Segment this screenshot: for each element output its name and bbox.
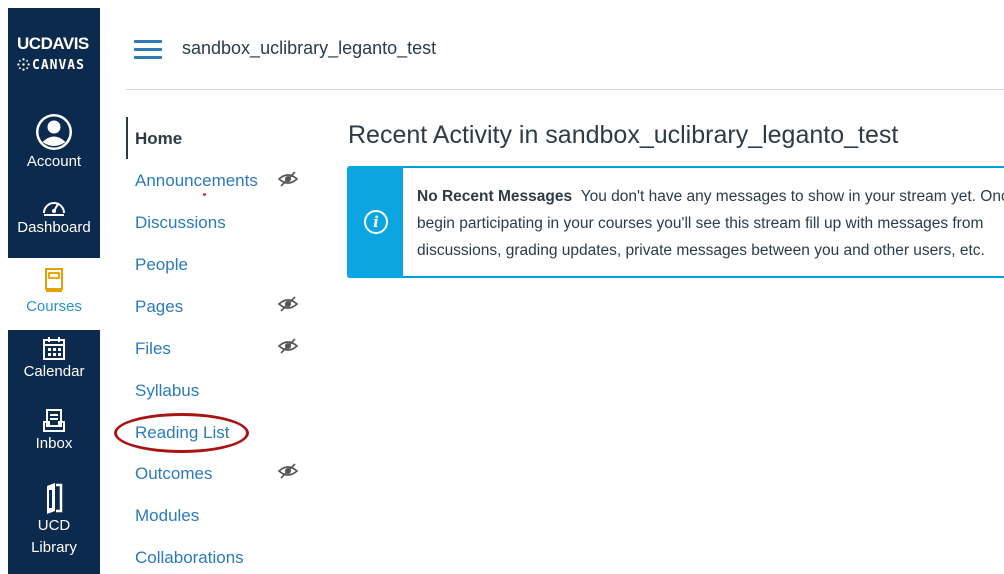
course-nav-reading-list[interactable]: Reading List — [135, 423, 230, 443]
breadcrumb[interactable]: sandbox_uclibrary_leganto_test — [182, 38, 436, 59]
alert-heading: No Recent Messages — [417, 188, 573, 205]
hamburger-menu-button[interactable] — [134, 40, 162, 60]
course-nav-home[interactable]: Home — [135, 129, 182, 149]
canvas-logo-icon — [17, 58, 30, 71]
global-nav-courses[interactable]: Courses — [8, 258, 100, 330]
global-nav-label-line2: Library — [31, 539, 77, 556]
global-nav: UCDAVIS CANVAS Account Dashboard Courses… — [8, 8, 100, 574]
course-nav-modules[interactable]: Modules — [135, 506, 199, 526]
info-icon: i — [364, 210, 388, 234]
header-divider — [126, 89, 1004, 90]
account-icon — [36, 114, 72, 150]
alert-message: No Recent Messages You don't have any me… — [417, 183, 1004, 264]
global-nav-calendar[interactable]: Calendar — [8, 336, 100, 400]
eye-slash-icon — [277, 171, 299, 187]
course-nav-outcomes[interactable]: Outcomes — [135, 464, 212, 484]
global-nav-ucd-library[interactable]: UCD Library — [8, 482, 100, 574]
global-nav-label: UCD — [37, 517, 71, 534]
course-nav-people[interactable]: People — [135, 255, 188, 275]
logo-text: UCDAVIS — [17, 34, 89, 53]
course-nav-pages[interactable]: Pages — [135, 297, 183, 317]
global-nav-account[interactable]: Account — [8, 110, 100, 188]
course-nav-syllabus[interactable]: Syllabus — [135, 381, 199, 401]
global-nav-label: Calendar — [23, 363, 85, 380]
global-nav-label: Inbox — [35, 435, 73, 452]
global-nav-label: Account — [26, 153, 82, 170]
page-title: Recent Activity in sandbox_uclibrary_leg… — [348, 121, 899, 149]
active-indicator — [126, 117, 128, 159]
course-nav-discussions[interactable]: Discussions — [135, 213, 226, 233]
calendar-icon — [43, 337, 65, 360]
annotation-dot — [203, 193, 206, 196]
global-nav-dashboard[interactable]: Dashboard — [8, 196, 100, 256]
ucdavis-canvas-logo[interactable]: UCDAVIS CANVAS — [8, 8, 100, 100]
logo-subtext: CANVAS — [17, 58, 85, 73]
course-nav-announcements[interactable]: Announcements — [135, 171, 258, 191]
inbox-icon — [43, 409, 65, 432]
global-nav-inbox[interactable]: Inbox — [8, 408, 100, 472]
eye-slash-icon — [277, 296, 299, 312]
eye-slash-icon — [277, 463, 299, 479]
course-nav-files[interactable]: Files — [135, 339, 171, 359]
course-nav-collaborations[interactable]: Collaborations — [135, 548, 244, 568]
global-nav-label: Dashboard — [17, 219, 91, 236]
global-nav-label: Courses — [26, 298, 82, 315]
eye-slash-icon — [277, 338, 299, 354]
courses-icon — [45, 268, 63, 292]
dashboard-icon — [43, 202, 65, 216]
library-icon — [47, 483, 63, 514]
